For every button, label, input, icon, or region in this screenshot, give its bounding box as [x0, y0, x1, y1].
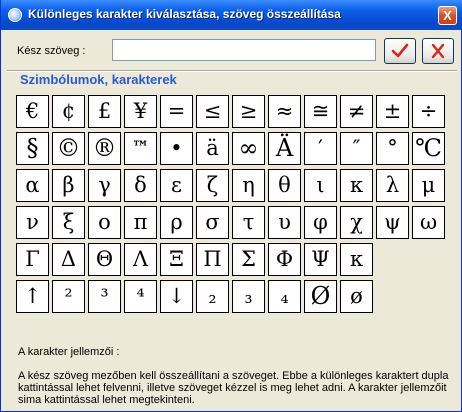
symbol-cell[interactable]: °	[376, 132, 409, 165]
symbol-cell[interactable]: ↑	[16, 280, 49, 313]
symbol-cell[interactable]: Π	[196, 243, 229, 276]
symbol-cell[interactable]: ρ	[160, 206, 193, 239]
symbol-cell[interactable]: ω	[412, 206, 445, 239]
symbol-cell[interactable]: ™	[124, 132, 157, 165]
symbol-cell[interactable]: ↓	[160, 280, 193, 313]
symbol-cell[interactable]: ³	[88, 280, 121, 313]
symbol-cell[interactable]: χ	[340, 206, 373, 239]
symbol-cell[interactable]: §	[16, 132, 49, 165]
close-button[interactable]: X	[438, 6, 457, 25]
symbol-cell[interactable]: σ	[196, 206, 229, 239]
symbol-cell[interactable]: ©	[52, 132, 85, 165]
symbol-cell[interactable]: ℃	[412, 132, 445, 165]
symbol-cell[interactable]: ο	[88, 206, 121, 239]
symbol-cell[interactable]: Θ	[88, 243, 121, 276]
symbol-cell[interactable]: Ψ	[304, 243, 337, 276]
checkmark-icon	[391, 43, 409, 58]
symbol-cell[interactable]: Γ	[16, 243, 49, 276]
symbol-cell[interactable]: Ξ	[160, 243, 193, 276]
symbol-cell[interactable]: ≥	[232, 95, 265, 128]
window-title: Különleges karakter kiválasztása, szöveg…	[28, 7, 341, 21]
symbol-cell[interactable]: ≤	[196, 95, 229, 128]
symbol-cell[interactable]: ≠	[340, 95, 373, 128]
symbol-cell[interactable]: ²	[52, 280, 85, 313]
symbol-cell[interactable]: Ø	[304, 280, 337, 313]
symbol-cell[interactable]: Φ	[268, 243, 301, 276]
symbol-cell[interactable]: ⁴	[124, 280, 157, 313]
symbol-cell[interactable]: η	[232, 169, 265, 202]
symbol-cell[interactable]: ä	[196, 132, 229, 165]
symbol-cell[interactable]: =	[160, 95, 193, 128]
symbol-cell[interactable]: ″	[340, 132, 373, 165]
symbol-cell[interactable]: ₂	[196, 280, 229, 313]
symbol-cell[interactable]: ζ	[196, 169, 229, 202]
symbol-cell[interactable]: ₄	[268, 280, 301, 313]
title-bar[interactable]: Különleges karakter kiválasztása, szöveg…	[1, 0, 462, 30]
help-text: A kész szöveg mezőben kell összeállítani…	[18, 370, 449, 406]
section-title: Szimbólumok, karakterek	[20, 72, 177, 87]
symbol-cell[interactable]: π	[124, 206, 157, 239]
symbol-cell[interactable]: ν	[16, 206, 49, 239]
symbol-cell[interactable]: ±	[376, 95, 409, 128]
symbol-cell[interactable]: κ	[340, 243, 373, 276]
symbol-cell[interactable]: β	[52, 169, 85, 202]
kesz-szoveg-input[interactable]	[112, 39, 376, 61]
symbol-cell[interactable]: υ	[268, 206, 301, 239]
ok-button[interactable]	[384, 38, 416, 64]
symbol-cell[interactable]: ø	[340, 280, 373, 313]
symbol-cell[interactable]: ′	[304, 132, 337, 165]
symbol-cell[interactable]: •	[160, 132, 193, 165]
symbol-cell[interactable]: ÷	[412, 95, 445, 128]
symbol-cell[interactable]: €	[16, 95, 49, 128]
symbol-cell[interactable]: Λ	[124, 243, 157, 276]
symbol-cell[interactable]: φ	[304, 206, 337, 239]
symbol-cell[interactable]: ¥	[124, 95, 157, 128]
app-icon	[8, 8, 22, 22]
symbol-cell[interactable]: δ	[124, 169, 157, 202]
symbol-cell[interactable]: α	[16, 169, 49, 202]
symbol-cell[interactable]: ®	[88, 132, 121, 165]
cancel-button[interactable]	[422, 38, 454, 64]
symbol-cell[interactable]: ψ	[376, 206, 409, 239]
symbol-cell[interactable]: ε	[160, 169, 193, 202]
symbol-cell[interactable]: γ	[88, 169, 121, 202]
character-description-label: A karakter jellemzői :	[18, 346, 120, 358]
symbol-cell[interactable]: τ	[232, 206, 265, 239]
symbol-cell[interactable]: ≈	[268, 95, 301, 128]
symbol-cell[interactable]: ξ	[52, 206, 85, 239]
symbol-cell[interactable]: ≅	[304, 95, 337, 128]
symbol-cell[interactable]: Σ	[232, 243, 265, 276]
symbol-cell[interactable]: λ	[376, 169, 409, 202]
kesz-szoveg-label: Kész szöveg :	[17, 45, 86, 57]
symbol-cell[interactable]: ι	[304, 169, 337, 202]
symbol-cell[interactable]: ₃	[232, 280, 265, 313]
symbol-cell[interactable]: θ	[268, 169, 301, 202]
symbol-cell[interactable]: Δ	[52, 243, 85, 276]
symbol-cell[interactable]: μ	[412, 169, 445, 202]
symbol-cell[interactable]: Ä	[268, 132, 301, 165]
x-icon	[431, 43, 445, 59]
dialog-window: Különleges karakter kiválasztása, szöveg…	[0, 0, 462, 412]
symbol-cell[interactable]: ∞	[232, 132, 265, 165]
symbol-cell[interactable]: κ	[340, 169, 373, 202]
symbol-cell[interactable]: ¢	[52, 95, 85, 128]
symbol-cell[interactable]: £	[88, 95, 121, 128]
